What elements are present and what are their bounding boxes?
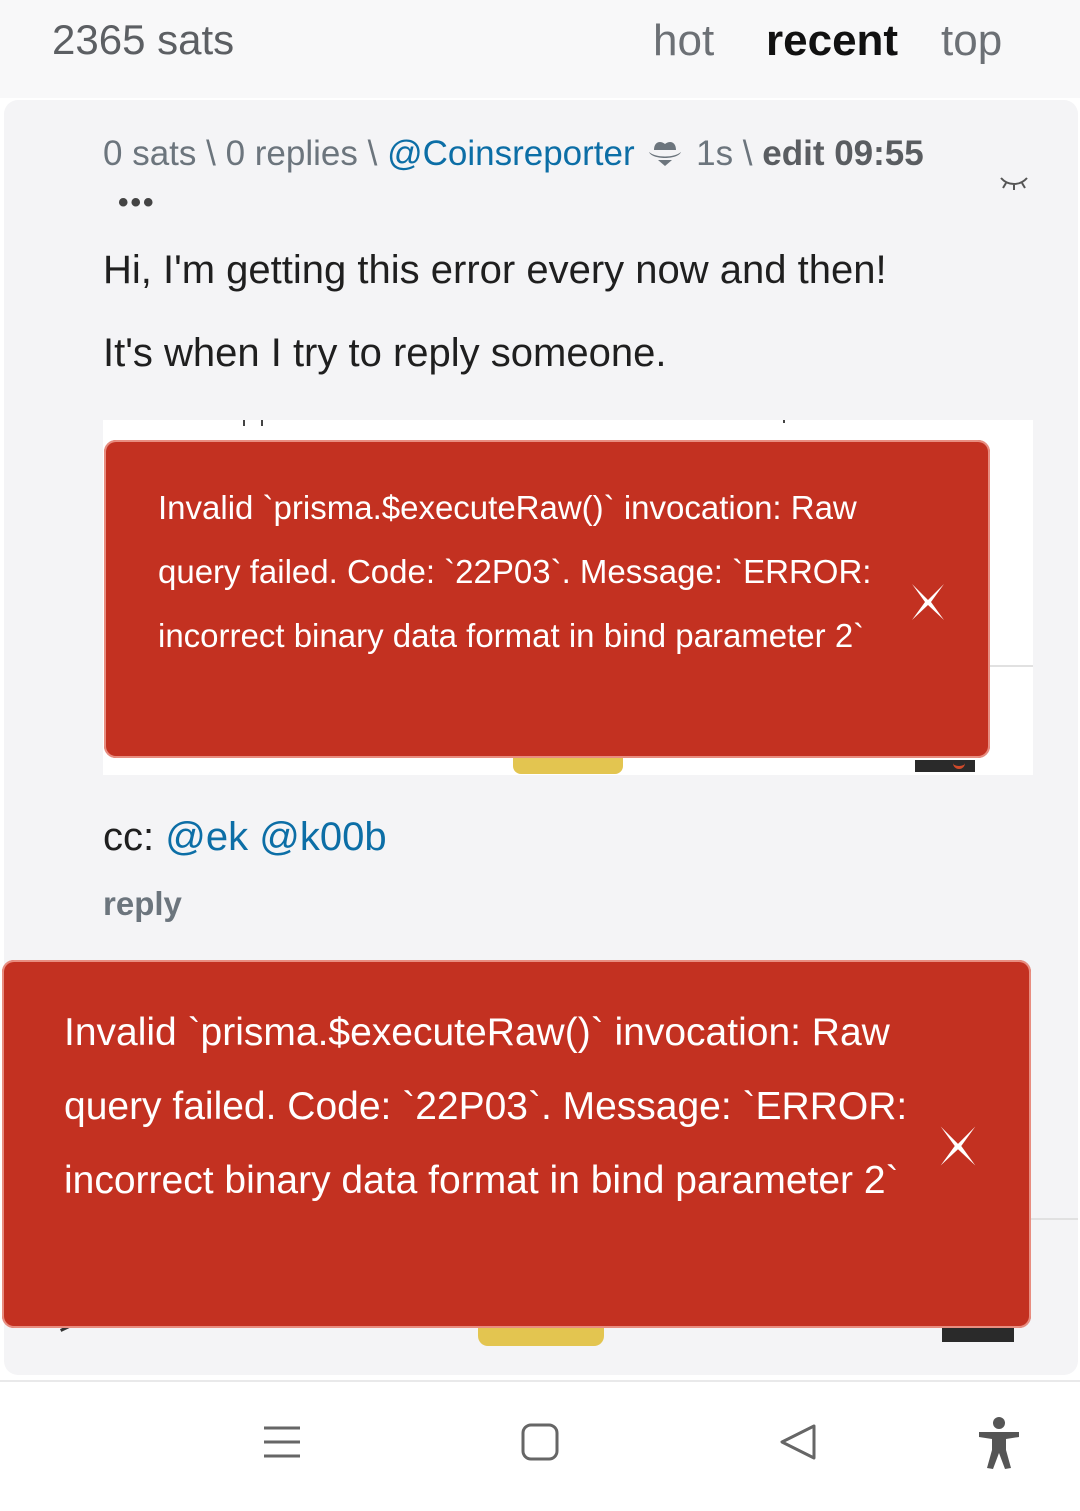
- image-fragment: [513, 758, 623, 774]
- meta-separator: \: [196, 134, 226, 173]
- accessibility-icon[interactable]: [976, 1416, 1022, 1475]
- mention-link[interactable]: @ek: [165, 815, 248, 859]
- error-toast-message: Invalid `prisma.$executeRaw()` invocatio…: [158, 489, 872, 654]
- post-meta: 0 sats \ 0 replies \ @Coinsreporter 1s \…: [103, 134, 924, 177]
- error-toast: Invalid `prisma.$executeRaw()` invocatio…: [104, 440, 990, 758]
- post-replies[interactable]: 0 replies: [226, 134, 358, 173]
- image-fragment: [261, 420, 263, 426]
- close-icon[interactable]: [904, 578, 952, 631]
- cc-label: cc:: [103, 815, 166, 859]
- post-body-line: Hi, I'm getting this error every now and…: [103, 248, 887, 292]
- reply-button[interactable]: reply: [103, 885, 182, 923]
- tab-top[interactable]: top: [941, 16, 1002, 66]
- meta-separator: \: [733, 134, 763, 173]
- home-square-icon[interactable]: [520, 1422, 560, 1467]
- edit-timer[interactable]: edit 09:55: [762, 134, 923, 173]
- system-nav-bar: [0, 1380, 1080, 1511]
- eye-closed-icon[interactable]: [998, 172, 1030, 197]
- image-fragment: [915, 760, 975, 772]
- tab-recent[interactable]: recent: [766, 16, 898, 66]
- error-toast: Invalid `prisma.$executeRaw()` invocatio…: [2, 960, 1031, 1328]
- author-link[interactable]: @Coinsreporter: [387, 134, 635, 173]
- cc-line: cc: @ek @k00b: [103, 815, 387, 860]
- image-fragment: [942, 1328, 1014, 1342]
- cowboy-hat-icon: [648, 137, 682, 177]
- error-toast-message: Invalid `prisma.$executeRaw()` invocatio…: [64, 1011, 908, 1202]
- meta-separator: \: [357, 134, 388, 173]
- post-body-line: It's when I try to reply someone.: [103, 331, 667, 375]
- post-sats[interactable]: 0 sats: [103, 134, 196, 173]
- sats-total: 2365 sats: [52, 16, 235, 63]
- close-icon[interactable]: [932, 1120, 984, 1177]
- more-options-button[interactable]: •••: [118, 186, 156, 220]
- menu-icon[interactable]: [262, 1422, 302, 1467]
- image-fragment: [783, 420, 785, 423]
- tab-hot[interactable]: hot: [653, 16, 714, 66]
- back-triangle-icon[interactable]: [778, 1422, 818, 1467]
- post-age: 1s: [696, 134, 734, 173]
- image-fragment: [478, 1328, 604, 1346]
- image-fragment: [1030, 1218, 1078, 1220]
- mention-link[interactable]: @k00b: [259, 815, 386, 859]
- image-fragment: [983, 665, 1033, 667]
- image-fragment: [243, 420, 245, 426]
- top-bar: 2365 sats hot recent top: [0, 0, 1080, 98]
